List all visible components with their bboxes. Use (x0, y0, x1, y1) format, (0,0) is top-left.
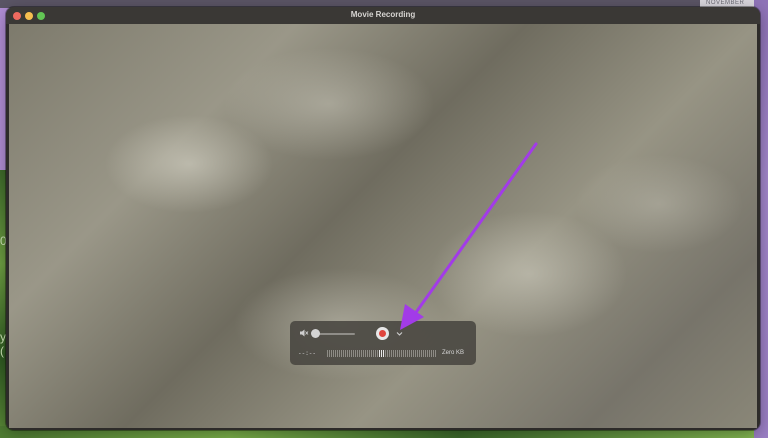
record-button[interactable] (376, 327, 389, 340)
file-size-label: Zero KB (442, 350, 465, 356)
title-bar[interactable]: Movie Recording (6, 7, 760, 24)
recording-timer: --:-- (298, 350, 317, 357)
audio-level-meter (327, 350, 437, 357)
window-title: Movie Recording (350, 10, 416, 19)
speaker-muted-icon[interactable] (299, 328, 309, 338)
movie-recording-window: Movie Recording (6, 7, 760, 430)
calendar-month: NOVEMBER (706, 0, 745, 6)
chevron-down-icon[interactable] (395, 329, 404, 338)
recording-controls-panel: --:-- Zero KB (290, 321, 476, 365)
volume-slider-track[interactable] (317, 333, 355, 335)
camera-preview (9, 24, 757, 428)
volume-slider-knob[interactable] (311, 329, 320, 338)
audio-level-peak (379, 350, 384, 357)
record-icon (379, 330, 386, 337)
